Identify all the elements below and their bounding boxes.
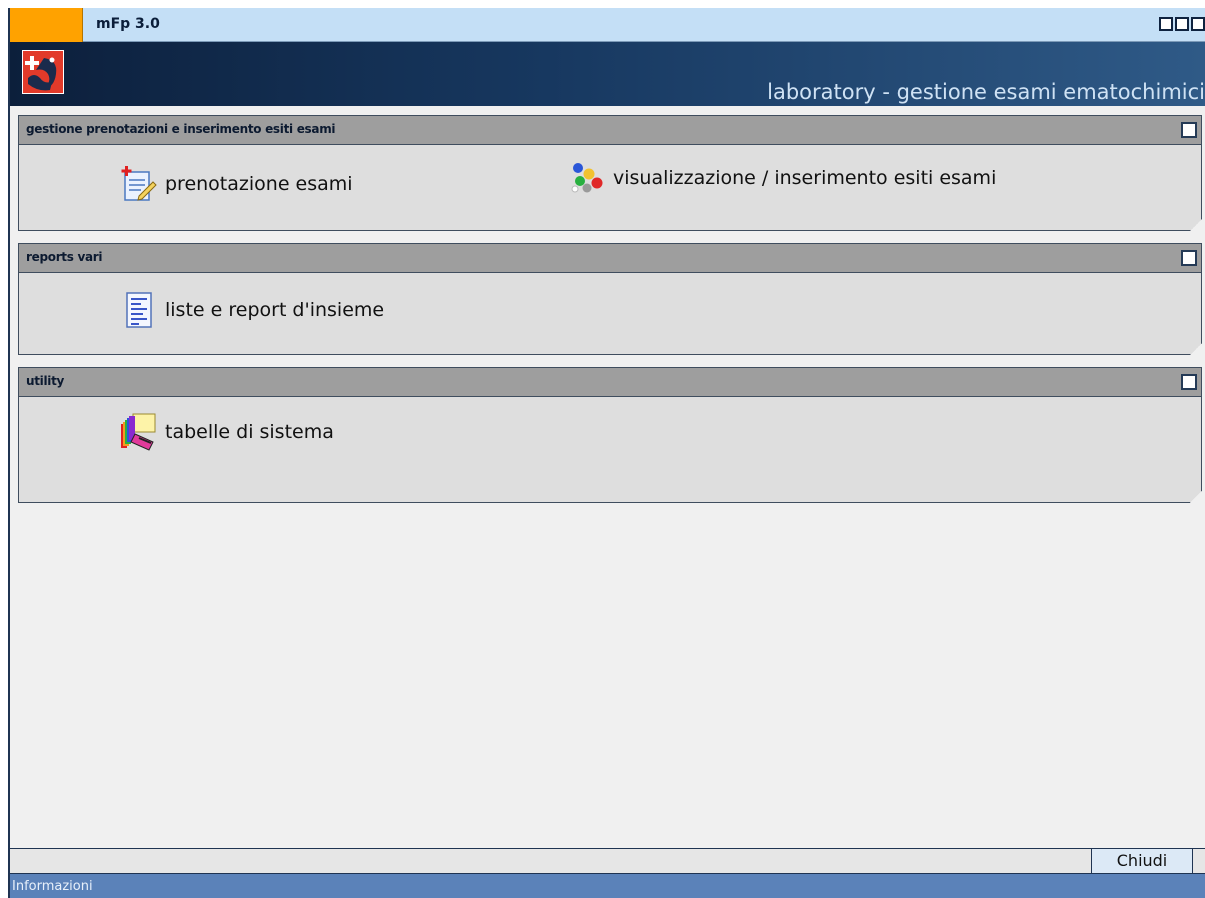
section-collapse-toggle[interactable]	[1181, 122, 1197, 138]
section-title: utility	[26, 374, 65, 388]
title-tab	[10, 8, 83, 42]
close-window-button[interactable]	[1191, 17, 1205, 31]
section-reports: reports vari liste e report d'insieme	[18, 243, 1202, 355]
window-title: mFp 3.0	[96, 16, 160, 32]
notepad-add-icon	[121, 166, 157, 201]
section-utility: utility tabelle di sistema	[18, 367, 1202, 503]
close-button[interactable]: Chiudi	[1091, 849, 1193, 873]
app-logo-icon	[22, 50, 64, 94]
footer-bar: Chiudi	[10, 848, 1205, 874]
menu-item-label: visualizzazione / inserimento esiti esam…	[613, 167, 997, 189]
app-header: laboratory - gestione esami ematochimici	[10, 42, 1205, 106]
section-title: reports vari	[26, 250, 103, 264]
window-controls	[1159, 17, 1205, 31]
document-list-icon	[126, 292, 152, 328]
corner-cut	[1190, 219, 1202, 231]
status-bar: Informazioni	[10, 874, 1205, 898]
maximize-button[interactable]	[1175, 17, 1189, 31]
section-collapse-toggle[interactable]	[1181, 374, 1197, 390]
corner-cut	[1190, 491, 1202, 503]
status-text: Informazioni	[12, 879, 93, 894]
app-subtitle: laboratory - gestione esami ematochimici	[767, 80, 1205, 104]
section-title: gestione prenotazioni e inserimento esit…	[26, 122, 336, 136]
menu-item-liste-report[interactable]: liste e report d'insieme	[119, 290, 384, 330]
menu-item-label: liste e report d'insieme	[165, 299, 385, 321]
menu-item-tabelle-sistema[interactable]: tabelle di sistema	[119, 412, 334, 452]
corner-cut	[1190, 343, 1202, 355]
minimize-button[interactable]	[1159, 17, 1173, 31]
test-tubes-icon	[571, 163, 603, 193]
menu-item-label: prenotazione esami	[165, 173, 353, 195]
section-header: reports vari	[19, 244, 1201, 273]
system-tables-icon	[121, 413, 156, 451]
app-window: mFp 3.0 laboratory - gestione esami emat…	[8, 8, 1205, 898]
section-header: gestione prenotazioni e inserimento esit…	[19, 116, 1201, 145]
section-collapse-toggle[interactable]	[1181, 250, 1197, 266]
menu-item-visualizzazione-esiti[interactable]: visualizzazione / inserimento esiti esam…	[567, 158, 996, 198]
section-prenotazioni: gestione prenotazioni e inserimento esit…	[18, 115, 1202, 231]
menu-item-label: tabelle di sistema	[165, 421, 334, 443]
title-bar: mFp 3.0	[10, 8, 1205, 42]
menu-item-prenotazione-esami[interactable]: prenotazione esami	[119, 164, 353, 204]
section-header: utility	[19, 368, 1201, 397]
